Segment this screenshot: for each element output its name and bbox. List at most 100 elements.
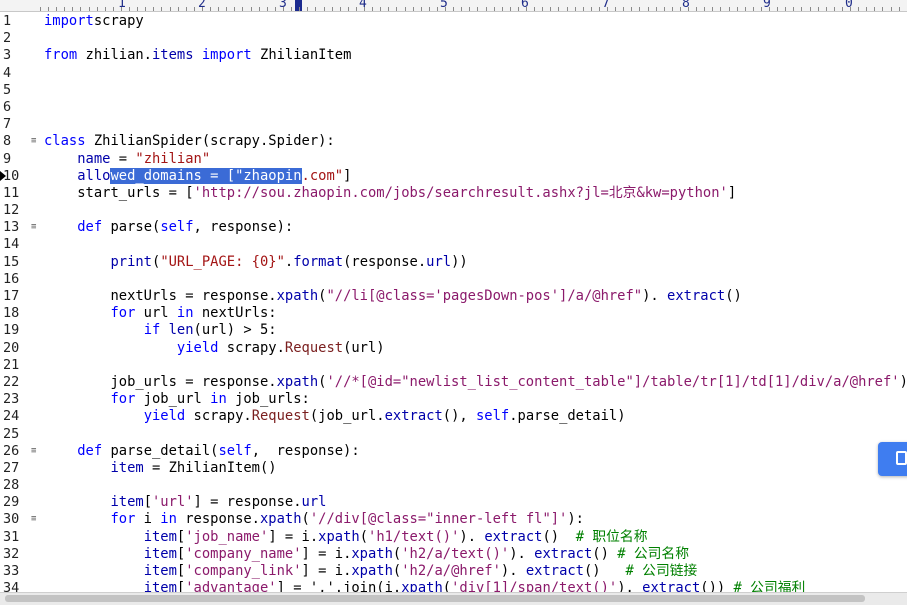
code-line[interactable]: 29 item['url'] = response.url <box>0 494 907 511</box>
code-token: xpath <box>276 288 319 304</box>
code-token: ] = i. <box>301 545 352 562</box>
code-line[interactable]: 21 <box>0 357 907 374</box>
ruler-tick <box>405 7 406 11</box>
code-token: ). <box>459 528 485 545</box>
code-text: start_urls = ['http://sou.zhaopin.com/jo… <box>44 185 736 202</box>
code-line[interactable]: 24 yield scrapy.Request(job_url.extract(… <box>0 408 907 425</box>
code-token: ). <box>509 545 535 562</box>
code-token: item <box>143 563 177 579</box>
ruler-tick <box>785 7 786 11</box>
code-line[interactable]: 16 <box>0 271 907 288</box>
ruler-tick <box>899 7 900 11</box>
code-text: item['job_name'] = i.xpath('h1/text()').… <box>44 529 648 546</box>
ruler-tick <box>639 7 640 11</box>
code-token: () <box>592 545 618 562</box>
code-line[interactable]: 25 <box>0 426 907 443</box>
scrollbar-thumb[interactable] <box>5 595 865 602</box>
code-token: yield <box>143 408 186 425</box>
code-token: job_urls: <box>226 391 310 408</box>
code-line[interactable]: 14 <box>0 236 907 253</box>
ruler-tick <box>834 7 835 11</box>
floating-action-button[interactable] <box>878 442 907 476</box>
ruler-tick <box>202 7 203 11</box>
ruler-tick <box>615 7 616 11</box>
code-token: () <box>584 563 626 579</box>
code-line[interactable]: 4 <box>0 65 907 82</box>
fold-icon[interactable]: ≡ <box>31 219 36 236</box>
code-text: for i in response.xpath('//div[@class="i… <box>44 511 584 528</box>
ruler-tick <box>364 7 365 11</box>
line-number: 33 <box>3 563 20 579</box>
code-token: self <box>160 219 194 236</box>
code-line[interactable]: 11 start_urls = ['http://sou.zhaopin.com… <box>0 185 907 202</box>
code-line[interactable]: 28 <box>0 477 907 494</box>
ruler-tick <box>121 7 122 11</box>
code-line[interactable]: 27 item = ZhilianItem() <box>0 460 907 477</box>
code-line[interactable]: 7 <box>0 116 907 133</box>
code-line[interactable]: 13 ≡ def parse(self, response): <box>0 219 907 236</box>
horizontal-scrollbar[interactable] <box>0 592 907 605</box>
code-line[interactable]: 10 allowed_domains = ["zhaopin.com"] <box>0 167 907 185</box>
ruler-tick <box>226 7 227 11</box>
line-number: 24 <box>3 408 20 425</box>
code-line[interactable]: 2 <box>0 30 907 47</box>
code-line[interactable]: 30 ≡ for i in response.xpath('//div[@clas… <box>0 511 907 528</box>
code-editor[interactable]: 1 importscrapy 2 3 from zhilian.items import… <box>0 13 907 597</box>
fold-icon[interactable]: ≡ <box>31 511 36 528</box>
code-token: item <box>143 545 177 562</box>
ruler-tick <box>97 7 98 11</box>
code-line[interactable]: 26 ≡ def parse_detail(self, response): <box>0 443 907 460</box>
code-line[interactable]: 17 nextUrls = response.xpath("//li[@clas… <box>0 288 907 305</box>
code-line[interactable]: 15 print("URL_PAGE: {0}".format(response… <box>0 254 907 271</box>
code-line[interactable]: 8 ≡ class ZhilianSpider(scrapy.Spider): <box>0 133 907 150</box>
code-token: [ <box>143 494 152 511</box>
code-line[interactable]: 12 <box>0 202 907 219</box>
code-token: parse( <box>102 219 161 236</box>
ruler-tick <box>623 7 624 11</box>
code-token: response. <box>176 511 260 528</box>
code-line[interactable]: 22 job_urls = response.xpath('//*[@id="n… <box>0 374 907 391</box>
code-token: 'h2/a/text()' <box>401 545 510 562</box>
code-line[interactable]: 1 importscrapy <box>0 13 907 30</box>
ruler-tick <box>291 7 292 11</box>
code-line[interactable]: 5 <box>0 82 907 99</box>
ruler-tick <box>388 7 389 11</box>
ruler-tick <box>413 7 414 11</box>
ruler-tick <box>858 7 859 11</box>
code-line[interactable]: 23 for job_url in job_urls: <box>0 391 907 408</box>
ruler-tick <box>534 7 535 11</box>
ruler-tick <box>324 7 325 11</box>
code-token: i <box>135 511 161 528</box>
code-line[interactable]: 20 yield scrapy.Request(url) <box>0 340 907 357</box>
ruler-tick <box>648 7 649 11</box>
ruler-tick <box>267 7 268 11</box>
code-token: '//*[@id="newlist_list_content_table"]/t… <box>326 373 900 390</box>
code-line[interactable]: 6 <box>0 99 907 116</box>
code-line[interactable]: 33 item['company_link'] = i.xpath('h2/a/… <box>0 563 907 580</box>
code-token: "zhilian" <box>135 150 211 167</box>
code-line[interactable]: 9 name = "zhilian" <box>0 151 907 168</box>
ruler-tick <box>486 7 487 11</box>
ruler-tick <box>259 7 260 11</box>
ruler-tick <box>720 7 721 11</box>
code-token: .com" <box>301 167 344 184</box>
code-line[interactable]: 19 if len(url) > 5: <box>0 322 907 339</box>
code-line[interactable]: 3 from zhilian.items import ZhilianItem <box>0 47 907 64</box>
code-token: Request <box>284 339 344 356</box>
code-token: scrapy. <box>185 408 252 425</box>
code-line[interactable]: 31 item['job_name'] = i.xpath('h1/text()… <box>0 529 907 546</box>
code-token: () <box>542 528 576 545</box>
ruler-tick <box>729 7 730 11</box>
code-token: xpath <box>276 373 319 390</box>
ruler-tick <box>599 7 600 11</box>
line-number: 31 <box>3 528 20 545</box>
code-line[interactable]: 32 item['company_name'] = i.xpath('h2/a/… <box>0 546 907 563</box>
fold-icon[interactable]: ≡ <box>31 133 36 150</box>
fold-icon[interactable]: ≡ <box>31 443 36 460</box>
ruler-tick <box>558 7 559 11</box>
ruler-tick <box>437 7 438 11</box>
code-line[interactable]: 18 for url in nextUrls: <box>0 305 907 322</box>
ruler-tick <box>356 7 357 11</box>
